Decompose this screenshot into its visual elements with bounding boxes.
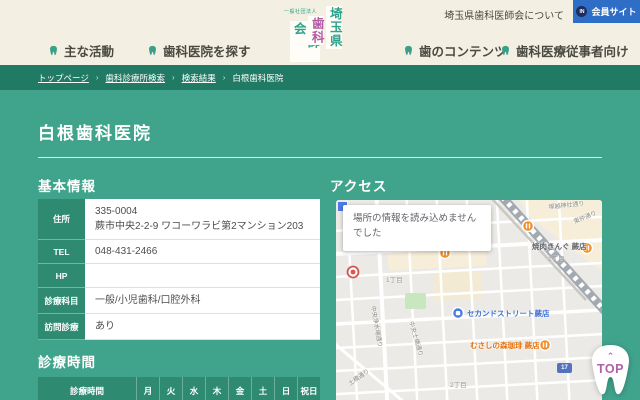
breadcrumb-current: 白根歯科医院: [232, 72, 284, 83]
hours-col-sat: 土: [252, 377, 275, 400]
row-label: 訪問診療: [38, 314, 85, 340]
nav-item-find-clinic[interactable]: 歯科医院を探す: [147, 41, 251, 60]
nav-item-professionals[interactable]: 歯科医療従事者向け: [500, 41, 629, 60]
row-value: 335-0004 蕨市中央2-2-9 ワコーワラビ第2マンション203: [85, 199, 320, 240]
map-poi-musashino[interactable]: むさしの森珈琲 蕨店: [470, 340, 540, 351]
row-value: あり: [85, 314, 320, 340]
nav-label: 歯科医院を探す: [163, 45, 251, 59]
row-value: 048-431-2466: [85, 240, 320, 264]
access-heading: アクセス: [330, 179, 388, 194]
phone-number: 048-431-2466: [95, 246, 158, 257]
nav-label: 主な活動: [64, 45, 115, 59]
street-address: 蕨市中央2-2-9 ワコーワラビ第2マンション203: [95, 221, 304, 232]
map-district-label: 1丁目: [548, 256, 565, 263]
departments-value: 一般/小児歯科/口腔外科: [95, 295, 201, 306]
tooth-icon: [502, 45, 509, 56]
route-shield: 17: [557, 363, 572, 373]
breadcrumb-search[interactable]: 歯科診療所検索: [106, 72, 166, 84]
breadcrumb-separator: ›: [95, 73, 99, 82]
map-district-label: 2丁目: [450, 382, 467, 389]
logo-text-saitamaken: 埼玉県: [326, 6, 342, 49]
member-login-icon: IN: [576, 6, 588, 17]
breadcrumb-separator: ›: [172, 73, 175, 82]
nav-item-tooth-contents[interactable]: 歯のコンテンツ: [403, 41, 507, 60]
hours-col-holiday: 祝日: [298, 377, 320, 400]
back-to-top-button[interactable]: ⌃ TOP: [583, 340, 638, 398]
restaurant-poi-icon[interactable]: [521, 219, 535, 233]
hours-col-mon: 月: [137, 377, 160, 400]
hours-col-wed: 水: [183, 377, 206, 400]
page: 埼玉県歯科医師会について IN 会員サイト 一般社団法人 医師会 歯科 埼玉県 …: [0, 0, 640, 400]
row-label: HP: [38, 264, 85, 288]
restaurant-poi-icon[interactable]: [538, 338, 552, 352]
map-district-label: 1丁目: [386, 277, 403, 284]
site-header: 埼玉県歯科医師会について IN 会員サイト 一般社団法人 医師会 歯科 埼玉県 …: [0, 0, 640, 65]
row-value: 一般/小児歯科/口腔外科: [85, 288, 320, 314]
nav-label: 歯のコンテンツ: [419, 45, 507, 59]
tooth-icon: [149, 45, 156, 56]
nav-label: 歯科医療従事者向け: [516, 45, 629, 59]
tooth-icon: [405, 45, 412, 56]
row-value: [85, 264, 320, 288]
top-button-label: TOP: [597, 362, 624, 376]
map-error-text: 場所の情報を読み込めませんでした: [353, 213, 477, 239]
breadcrumb-separator: ›: [222, 73, 226, 82]
logo-corporation-text: 一般社団法人: [284, 9, 318, 15]
basic-info-heading: 基本情報: [38, 179, 96, 194]
logo-text-shika: 歯科: [308, 16, 324, 45]
row-label: 診療科目: [38, 288, 85, 314]
red-poi-icon[interactable]: [346, 265, 360, 279]
chevron-up-icon: ⌃: [606, 351, 615, 361]
google-map[interactable]: 塚越神社通り 東仲通り 焼肉きんぐ 蕨店 1丁目 1丁目 セカンドストリート蕨店…: [336, 200, 602, 400]
basic-info-table: 住所 335-0004 蕨市中央2-2-9 ワコーワラビ第2マンション203 T…: [38, 199, 320, 340]
table-row-visiting-care: 訪問診療 あり: [38, 314, 320, 340]
table-row-address: 住所 335-0004 蕨市中央2-2-9 ワコーワラビ第2マンション203: [38, 199, 320, 240]
site-logo[interactable]: 一般社団法人 医師会 歯科 埼玉県: [284, 6, 346, 62]
map-poi-secondstreet[interactable]: セカンドストリート蕨店: [467, 308, 550, 319]
breadcrumb: トップページ › 歯科診療所検索 › 検索結果 › 白根歯科医院: [0, 65, 640, 90]
title-divider: [38, 157, 602, 158]
nav-item-activities[interactable]: 主な活動: [48, 41, 114, 60]
hours-col-label: 診療時間: [38, 377, 137, 400]
hours-heading: 診療時間: [38, 355, 96, 370]
hours-table-header: 診療時間 月 火 水 木 金 土 日 祝日: [38, 377, 320, 400]
page-title: 白根歯科医院: [38, 124, 152, 143]
hours-col-fri: 金: [229, 377, 252, 400]
hours-col-tue: 火: [160, 377, 183, 400]
map-error-popup: 場所の情報を読み込めませんでした: [343, 205, 491, 251]
table-row-departments: 診療科目 一般/小児歯科/口腔外科: [38, 288, 320, 314]
map-poi-yakiniku[interactable]: 焼肉きんぐ 蕨店: [532, 241, 587, 252]
member-site-button[interactable]: IN 会員サイト: [573, 0, 640, 23]
store-poi-icon[interactable]: [451, 306, 465, 320]
postal-code: 335-0004: [95, 206, 138, 217]
breadcrumb-results[interactable]: 検索結果: [182, 72, 216, 84]
hours-col-thu: 木: [206, 377, 229, 400]
visiting-care-value: あり: [95, 321, 115, 332]
row-label: TEL: [38, 240, 85, 264]
table-row-hp: HP: [38, 264, 320, 288]
table-row-tel: TEL 048-431-2466: [38, 240, 320, 264]
row-label: 住所: [38, 199, 85, 240]
tooth-icon: [50, 45, 57, 56]
hours-col-sun: 日: [275, 377, 298, 400]
map-park: [405, 293, 426, 309]
about-association-link[interactable]: 埼玉県歯科医師会について: [444, 7, 564, 22]
member-site-label: 会員サイト: [591, 7, 637, 17]
breadcrumb-home[interactable]: トップページ: [38, 72, 89, 84]
